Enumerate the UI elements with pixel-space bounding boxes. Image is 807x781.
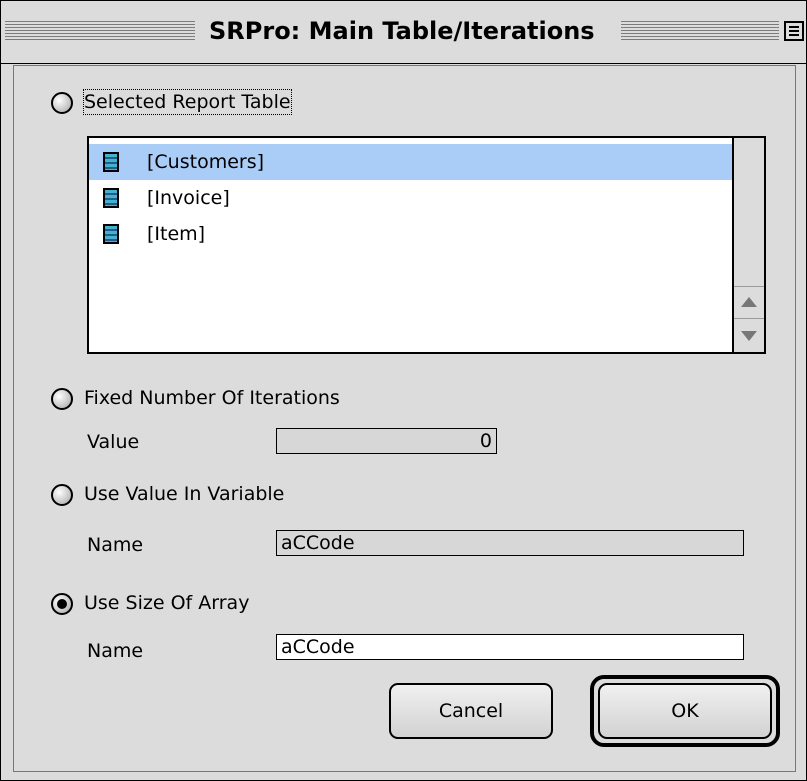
array-name-label: Name: [87, 640, 144, 662]
list-item-label: [Customers]: [147, 151, 265, 173]
list-item-invoice[interactable]: [Invoice]: [89, 180, 732, 216]
selected-report-table-radio[interactable]: [51, 92, 73, 114]
scroll-up-arrow-icon[interactable]: [734, 286, 764, 319]
selected-report-table-label[interactable]: Selected Report Table: [83, 89, 292, 115]
cancel-button[interactable]: Cancel: [389, 683, 553, 739]
collapse-box-icon[interactable]: [784, 21, 804, 41]
title-bar-stripes-right: [621, 21, 779, 41]
fixed-iterations-label[interactable]: Fixed Number Of Iterations: [84, 386, 340, 410]
value-field-label: Value: [87, 431, 140, 453]
use-variable-radio[interactable]: [51, 484, 73, 506]
list-item-item[interactable]: [Item]: [89, 216, 732, 252]
list-item-customers[interactable]: [Customers]: [89, 144, 732, 180]
title-bar-stripes-left: [5, 21, 195, 41]
fixed-iterations-radio[interactable]: [51, 388, 73, 410]
ok-button[interactable]: OK: [598, 683, 772, 739]
variable-name-label: Name: [87, 534, 144, 556]
table-icon: [103, 224, 119, 244]
ok-button-ring: OK: [590, 675, 780, 747]
title-bar[interactable]: SRPro: Main Table/Iterations: [1, 1, 806, 64]
iterations-value-field[interactable]: 0: [276, 428, 497, 454]
list-item-label: [Item]: [147, 223, 206, 245]
use-array-size-label[interactable]: Use Size Of Array: [84, 591, 249, 615]
use-array-size-radio[interactable]: [51, 593, 73, 615]
dialog-content: Selected Report Table [Customers] [Invoi…: [13, 65, 796, 772]
list-item-label: [Invoice]: [147, 187, 230, 209]
table-icon: [103, 188, 119, 208]
use-variable-label[interactable]: Use Value In Variable: [84, 482, 284, 506]
variable-name-field[interactable]: aCCode: [276, 530, 744, 556]
table-list[interactable]: [Customers] [Invoice] [Item]: [87, 136, 766, 354]
list-scrollbar[interactable]: [732, 138, 764, 352]
dialog-window: SRPro: Main Table/Iterations Selected Re…: [0, 0, 807, 781]
scroll-down-arrow-icon[interactable]: [734, 318, 764, 351]
array-name-field[interactable]: aCCode: [276, 634, 744, 660]
table-icon: [103, 152, 119, 172]
window-title: SRPro: Main Table/Iterations: [201, 15, 603, 47]
